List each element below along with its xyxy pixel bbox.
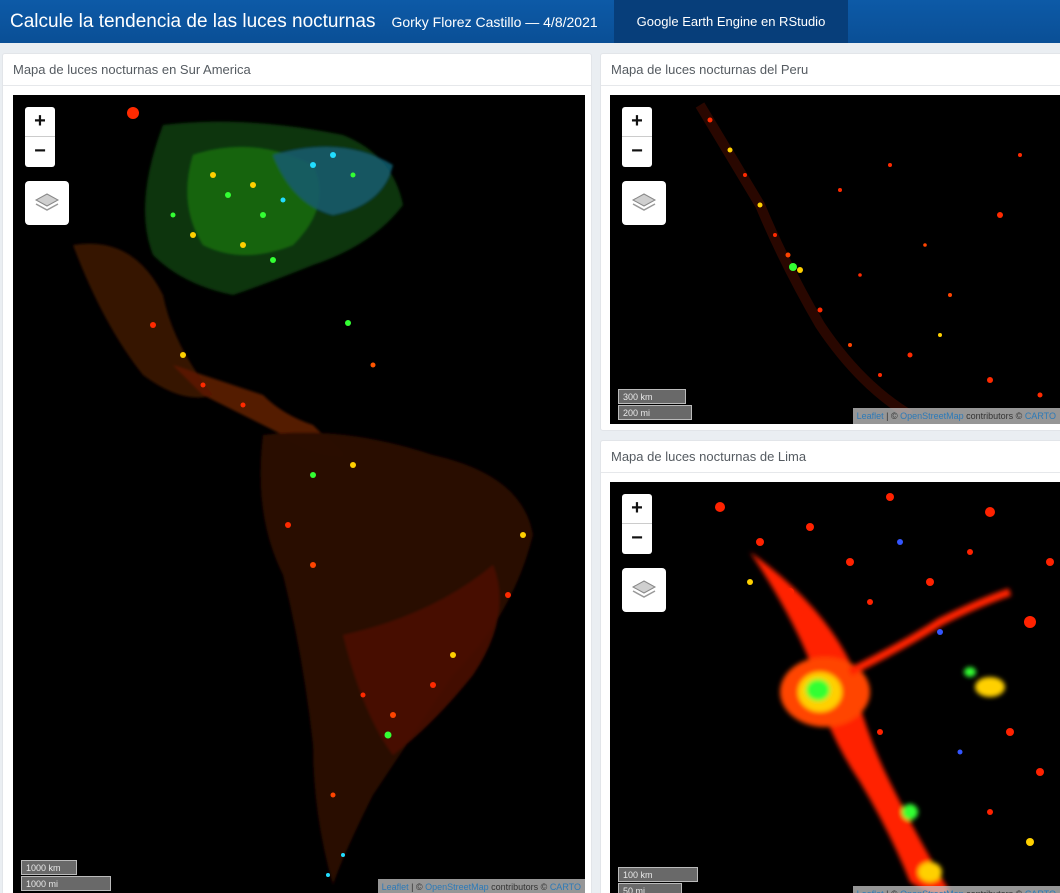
layers-icon <box>34 193 60 211</box>
layers-control-button[interactable] <box>622 181 666 225</box>
carto-link[interactable]: CARTO <box>1025 411 1056 421</box>
map-lima[interactable]: + − 100 km 50 mi Leaflet | © OpenStreetM… <box>610 482 1060 893</box>
attrib-contrib: contributors © <box>963 411 1025 421</box>
scale-bar-km: 300 km <box>618 389 686 404</box>
layers-control-button[interactable] <box>25 181 69 225</box>
map-peru[interactable]: + − 300 km 200 mi Leaflet | © OpenStreet… <box>610 95 1060 424</box>
scale-bar-mi: 1000 mi <box>21 876 111 891</box>
carto-link[interactable]: CARTO <box>550 882 581 892</box>
osm-link[interactable]: OpenStreetMap <box>900 411 964 421</box>
layers-icon <box>631 193 657 211</box>
map-attribution: Leaflet | © OpenStreetMap contributors ©… <box>852 886 1060 893</box>
attrib-sep: | © <box>408 882 426 892</box>
attrib-contrib: contributors © <box>964 889 1025 893</box>
panel-peru: Mapa de luces nocturnas del Peru + − 300… <box>600 53 1060 431</box>
scale-bar-mi: 200 mi <box>618 405 692 420</box>
author-line: Gorky Florez Castillo — 4/8/2021 <box>391 13 598 30</box>
osm-link[interactable]: OpenStreetMap <box>425 882 489 892</box>
night-lights-layer <box>715 493 1054 893</box>
zoom-out-button[interactable]: − <box>25 137 55 167</box>
scale-bar-km: 100 km <box>618 867 698 882</box>
city-dots <box>695 102 1043 420</box>
scale-bar-mi: 50 mi <box>618 883 682 893</box>
panel-southamerica: Mapa de luces nocturnas en Sur America +… <box>2 53 592 893</box>
zoom-in-button[interactable]: + <box>622 494 652 524</box>
map-attribution: Leaflet | © OpenStreetMap contributors ©… <box>377 879 585 893</box>
zoom-control: + − <box>25 107 55 167</box>
panel-title: Mapa de luces nocturnas en Sur America <box>3 54 591 86</box>
map-attribution: Leaflet | © OpenStreetMap contributors ©… <box>852 408 1060 424</box>
scale-bar-km: 1000 km <box>21 860 77 875</box>
zoom-control: + − <box>622 494 652 554</box>
top-navbar: Calcule la tendencia de las luces noctur… <box>0 0 1060 43</box>
layers-icon <box>631 580 657 598</box>
carto-link[interactable]: CARTO <box>1025 889 1056 893</box>
night-lights-layer <box>73 107 533 885</box>
attrib-contrib: contributors © <box>488 882 550 892</box>
attrib-sep: | © <box>884 889 900 893</box>
panel-title: Mapa de luces nocturnas de Lima <box>601 441 1060 473</box>
zoom-in-button[interactable]: + <box>25 107 55 137</box>
app-title[interactable]: Calcule la tendencia de las luces noctur… <box>0 11 375 33</box>
zoom-in-button[interactable]: + <box>622 107 652 137</box>
leaflet-link[interactable]: Leaflet <box>857 889 884 893</box>
panel-title: Mapa de luces nocturnas del Peru <box>601 54 1060 86</box>
panel-lima: Mapa de luces nocturnas de Lima + − 100 … <box>600 440 1060 893</box>
tab-google-earth-engine[interactable]: Google Earth Engine en RStudio <box>614 0 848 43</box>
attrib-sep: | © <box>883 411 901 421</box>
zoom-control: + − <box>622 107 652 167</box>
layers-control-button[interactable] <box>622 568 666 612</box>
map-southamerica[interactable]: + − 1000 km 1000 mi Leaflet | © OpenStre… <box>13 95 585 893</box>
zoom-out-button[interactable]: − <box>622 524 652 554</box>
zoom-out-button[interactable]: − <box>622 137 652 167</box>
night-lights-layer <box>695 102 1043 420</box>
leaflet-link[interactable]: Leaflet <box>857 411 884 421</box>
osm-link[interactable]: OpenStreetMap <box>900 889 964 893</box>
leaflet-link[interactable]: Leaflet <box>382 882 409 892</box>
